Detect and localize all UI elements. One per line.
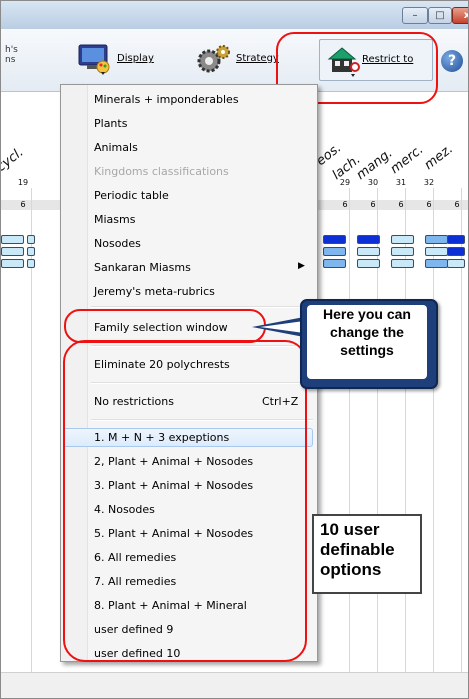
minimize-button[interactable]: – xyxy=(402,7,428,24)
help-button[interactable]: ? xyxy=(441,50,463,72)
menu-item-label: Miasms xyxy=(94,213,136,226)
toolbar-cut-label: h's ns xyxy=(5,45,18,65)
title-bar: – □ x xyxy=(1,1,468,29)
grade-cell[interactable] xyxy=(391,259,414,268)
strategy-label: Strategy xyxy=(236,53,279,64)
menu-item-label: Jeremy's meta-rubrics xyxy=(94,285,215,298)
remedy-label: cycl. xyxy=(0,144,27,175)
menu-separator xyxy=(91,306,313,308)
status-bar xyxy=(1,672,468,698)
remedy-label: mez. xyxy=(421,141,456,173)
grade-cell[interactable] xyxy=(447,259,465,268)
remedy-count: 19 xyxy=(17,178,29,187)
grade-cell[interactable] xyxy=(425,247,448,256)
degree-value: 6 xyxy=(370,200,376,209)
user-options-highlight-oval xyxy=(63,340,307,662)
grade-cell[interactable] xyxy=(425,259,448,268)
grade-cell[interactable] xyxy=(391,235,414,244)
grade-cell[interactable] xyxy=(1,259,24,268)
remedy-count: 32 xyxy=(423,178,435,187)
grade-cell[interactable] xyxy=(1,247,24,256)
grade-cell[interactable] xyxy=(323,235,346,244)
monitor-palette-icon xyxy=(78,44,110,75)
menu-item-label: Animals xyxy=(94,141,138,154)
grade-cell[interactable] xyxy=(1,235,24,244)
degree-value: 6 xyxy=(454,200,460,209)
degree-value: 6 xyxy=(20,200,26,209)
grade-cell[interactable] xyxy=(323,259,346,268)
display-label: Display xyxy=(117,53,154,64)
grade-cell[interactable] xyxy=(27,247,35,256)
menu-item-kingdoms: Kingdoms classifications xyxy=(94,165,229,178)
degree-value: 6 xyxy=(426,200,432,209)
menu-item-miasms[interactable]: Miasms xyxy=(94,213,135,226)
degree-value: 6 xyxy=(398,200,404,209)
menu-item-label: Kingdoms classifications xyxy=(94,165,229,178)
menu-item-label: Sankaran Miasms xyxy=(94,261,191,274)
display-button[interactable]: Display xyxy=(77,43,177,77)
remedy-count: 30 xyxy=(367,178,379,187)
menu-item-nosodes[interactable]: Nosodes xyxy=(94,237,141,250)
menu-item-sankaran-miasms[interactable]: Sankaran Miasms ▶ xyxy=(94,261,305,274)
remedy-count: 31 xyxy=(395,178,407,187)
menu-item-label: Minerals + imponderables xyxy=(94,93,239,106)
grade-cell[interactable] xyxy=(27,259,35,268)
grade-cell[interactable] xyxy=(425,235,448,244)
grid-line xyxy=(349,188,350,693)
remedy-count: 29 xyxy=(339,178,351,187)
grade-cell[interactable] xyxy=(323,247,346,256)
maximize-icon: □ xyxy=(435,10,445,21)
menu-item-label: Periodic table xyxy=(94,189,169,202)
menu-item-minerals[interactable]: Minerals + imponderables xyxy=(94,93,239,106)
gears-icon xyxy=(197,45,230,73)
grade-cell[interactable] xyxy=(447,247,465,256)
minimize-icon: – xyxy=(412,10,418,21)
settings-callout: Here you can change the settings xyxy=(300,299,438,389)
grade-cell[interactable] xyxy=(357,235,380,244)
menu-item-jeremys-meta-rubrics[interactable]: Jeremy's meta-rubrics xyxy=(94,285,215,298)
grade-cell[interactable] xyxy=(27,235,35,244)
grade-cell[interactable] xyxy=(447,235,465,244)
menu-item-animals[interactable]: Animals xyxy=(94,141,138,154)
menu-item-label: Plants xyxy=(94,117,128,130)
degree-value: 6 xyxy=(342,200,348,209)
menu-item-periodic-table[interactable]: Periodic table xyxy=(94,189,169,202)
family-highlight-oval xyxy=(64,309,266,343)
remedy-label: merc. xyxy=(387,142,427,177)
menu-item-plants[interactable]: Plants xyxy=(94,117,127,130)
submenu-arrow-icon: ▶ xyxy=(298,261,305,271)
grade-cell[interactable] xyxy=(357,259,380,268)
close-icon: x xyxy=(453,8,468,23)
grade-cell[interactable] xyxy=(391,247,414,256)
menu-item-label: Nosodes xyxy=(94,237,141,250)
maximize-button[interactable]: □ xyxy=(428,7,452,24)
callout-pointer-icon xyxy=(252,317,304,337)
close-button[interactable]: x xyxy=(452,7,468,24)
settings-callout-text: Here you can change the settings xyxy=(307,305,427,379)
grade-cell[interactable] xyxy=(357,247,380,256)
user-options-note: 10 user definable options xyxy=(312,514,422,594)
